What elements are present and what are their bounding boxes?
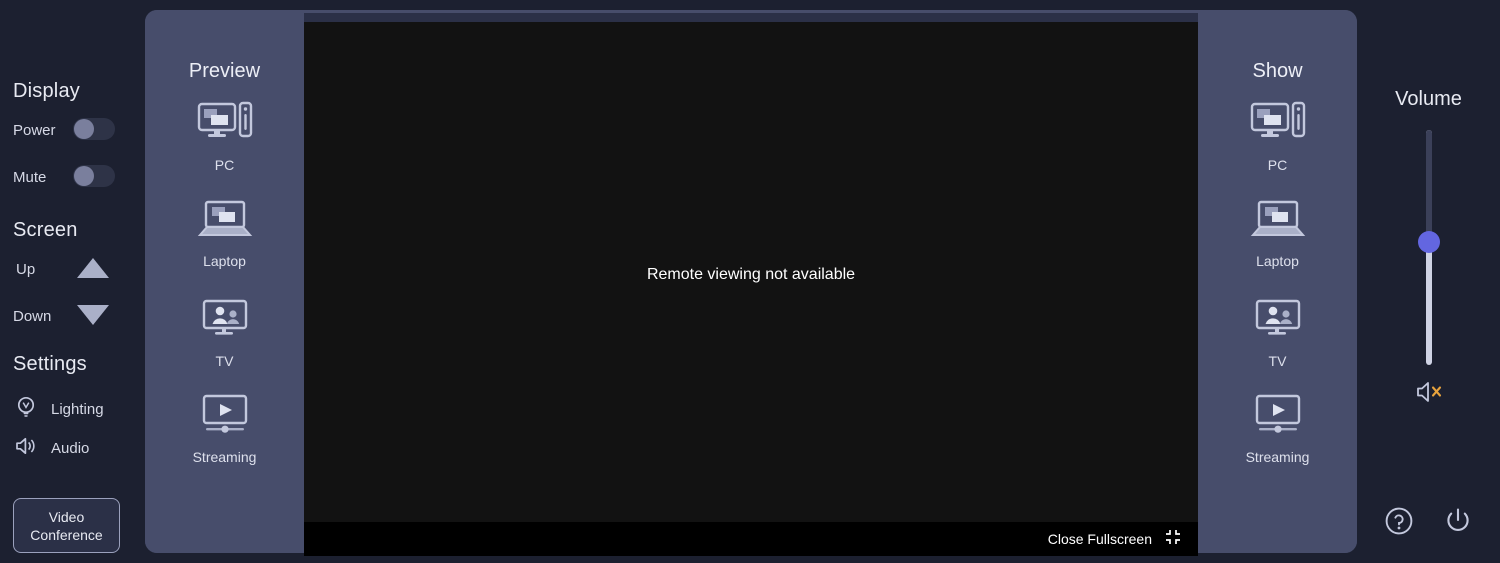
video-conference-button[interactable]: Video Conference	[13, 498, 120, 553]
settings-item-lighting[interactable]: Lighting	[13, 394, 104, 425]
preview-panel: Preview PC Laptop TV Streaming	[145, 10, 304, 553]
preview-source-streaming-label: Streaming	[192, 449, 257, 465]
laptop-icon	[1249, 198, 1307, 247]
video-control-bar: Close Fullscreen	[304, 522, 1198, 556]
speaker-muted-icon[interactable]	[1414, 378, 1444, 411]
power-toggle-knob	[74, 119, 94, 139]
video-conference-line2: Conference	[30, 526, 103, 543]
mute-toggle[interactable]	[73, 165, 115, 187]
show-panel-title: Show	[1252, 60, 1303, 82]
left-sidebar: Display Power Mute Screen Up Down Settin…	[0, 0, 145, 563]
preview-source-pc-label: PC	[214, 157, 235, 173]
tv-people-icon	[196, 298, 254, 347]
show-source-tv[interactable]: TV	[1198, 298, 1357, 369]
preview-source-laptop[interactable]: Laptop	[145, 198, 304, 269]
preview-source-pc[interactable]: PC	[145, 100, 304, 173]
settings-item-audio-label: Audio	[51, 440, 90, 457]
volume-panel: Volume	[1357, 0, 1500, 563]
show-source-laptop[interactable]: Laptop	[1198, 198, 1357, 269]
preview-source-streaming[interactable]: Streaming	[145, 394, 304, 465]
video-screen[interactable]: Remote viewing not available	[304, 22, 1198, 522]
display-section-title: Display	[13, 80, 80, 102]
show-source-tv-label: TV	[1268, 353, 1287, 369]
help-circle-icon[interactable]	[1384, 506, 1414, 541]
mute-toggle-knob	[74, 166, 94, 186]
speaker-icon	[13, 433, 39, 464]
main-panel: Preview PC Laptop TV Streaming Remote vi…	[145, 10, 1357, 556]
preview-source-tv[interactable]: TV	[145, 298, 304, 369]
lightbulb-icon	[13, 394, 39, 425]
show-panel: Show PC Laptop TV Streaming	[1198, 10, 1357, 553]
media-play-icon	[1249, 394, 1307, 443]
preview-panel-title: Preview	[188, 60, 261, 82]
show-source-pc-label: PC	[1267, 157, 1288, 173]
show-source-streaming[interactable]: Streaming	[1198, 394, 1357, 465]
settings-item-audio[interactable]: Audio	[13, 433, 89, 464]
volume-slider-remaining	[1425, 130, 1432, 242]
screen-section-title: Screen	[13, 219, 78, 241]
power-toggle[interactable]	[73, 118, 115, 140]
volume-slider-thumb[interactable]	[1417, 231, 1440, 253]
power-label: Power	[13, 122, 56, 139]
show-source-pc[interactable]: PC	[1198, 100, 1357, 173]
video-conference-line1: Video	[48, 508, 85, 525]
remote-control-app: Display Power Mute Screen Up Down Settin…	[0, 0, 1500, 563]
preview-source-tv-label: TV	[215, 353, 234, 369]
media-play-icon	[196, 394, 254, 443]
preview-source-laptop-label: Laptop	[203, 253, 246, 269]
tv-people-icon	[1249, 298, 1307, 347]
screen-down-label: Down	[13, 308, 52, 325]
mute-label: Mute	[13, 169, 47, 186]
settings-item-lighting-label: Lighting	[51, 401, 104, 418]
desktop-pc-icon	[196, 100, 254, 151]
volume-title: Volume	[1395, 88, 1462, 110]
triangle-up-icon[interactable]	[77, 258, 109, 278]
show-source-streaming-label: Streaming	[1245, 449, 1310, 465]
bottom-icon-bar	[1357, 505, 1500, 542]
power-icon[interactable]	[1442, 505, 1474, 542]
close-fullscreen-label[interactable]: Close Fullscreen	[1048, 531, 1152, 547]
laptop-icon	[196, 198, 254, 247]
settings-section-title: Settings	[13, 353, 87, 375]
video-status-message: Remote viewing not available	[646, 266, 856, 283]
desktop-pc-icon	[1249, 100, 1307, 151]
screen-up-label: Up	[16, 261, 36, 278]
video-area: Remote viewing not available Close Fulls…	[304, 13, 1198, 556]
exit-fullscreen-icon[interactable]	[1164, 528, 1182, 551]
show-source-laptop-label: Laptop	[1256, 253, 1299, 269]
triangle-down-icon[interactable]	[77, 305, 109, 325]
